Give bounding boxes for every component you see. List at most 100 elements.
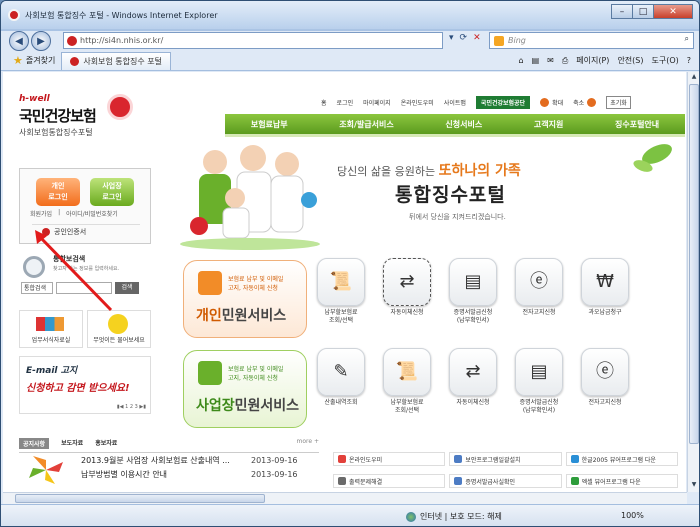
email-banner[interactable]: E-mail 고지 신청하고 감면 받으세요! ▮◀ 1 2 3 ▶▮ — [19, 356, 151, 414]
home-icon[interactable]: ⌂ — [519, 56, 524, 65]
tab-press[interactable]: 보도자료 — [61, 438, 83, 449]
zoom-out-button[interactable]: 축소 — [573, 98, 597, 107]
biz-service-panel[interactable]: 보험료 납부 및 이메일 고지, 자동이체 신청 사업장민원서비스 — [183, 350, 307, 428]
related-link[interactable]: 온라인도우미 — [333, 452, 446, 466]
minimize-button[interactable]: – — [611, 4, 633, 19]
service-label: 자동이체신청 — [456, 399, 490, 406]
e-notice-icon: ⓔ — [581, 348, 629, 396]
service-transfer[interactable]: ⇄ 자동이체신청 — [443, 348, 503, 407]
news-date: 2013-09-16 — [251, 469, 298, 479]
security-zone[interactable]: 인터넷 | 보호 모드: 해제 — [406, 511, 502, 522]
browser-tab[interactable]: 사회보험 통합징수 포털 — [61, 51, 172, 70]
tagline-b: 또하나의 가족 — [438, 163, 521, 179]
cmd-safety[interactable]: 안전(S) — [617, 55, 643, 66]
util-nhis-link[interactable]: 국민건강보험공단 — [475, 96, 531, 109]
banner-line2: 신청하고 감면 받으세요! — [26, 383, 130, 394]
horizontal-scrollbar[interactable] — [3, 492, 687, 504]
personal-login-button[interactable]: 개인 로그인 — [36, 178, 80, 206]
join-link[interactable]: 회원가입 — [30, 209, 52, 218]
news-more-link[interactable]: more + — [297, 438, 319, 445]
close-button[interactable]: ✕ — [653, 4, 693, 19]
service-document[interactable]: 📜 납부할보험료 조회/선택 — [311, 258, 371, 325]
search-desc: 찾고자 하는 정보를 입력하세요. — [53, 266, 120, 272]
service-pencil[interactable]: ✎ 산출내역조회 — [311, 348, 371, 407]
address-bar[interactable]: http://si4n.nhis.or.kr/ — [63, 32, 443, 49]
family-illustration — [180, 145, 320, 250]
related-link[interactable]: 출력문제해결 — [333, 474, 446, 488]
util-sitemap[interactable]: 사이트맵 — [444, 98, 466, 107]
search-icon[interactable]: ⌕ — [685, 34, 689, 44]
util-home[interactable]: 홈 — [321, 98, 327, 107]
related-link[interactable]: 한글2005 뷰어프로그램 다운 — [565, 452, 678, 466]
reset-button[interactable]: 초기화 — [606, 96, 631, 109]
dropdown-icon[interactable]: ▾ — [449, 33, 454, 43]
search-box[interactable]: Bing ⌕ — [489, 32, 694, 49]
personal-desc1: 보험료 납부 및 이메일 — [228, 276, 284, 283]
service-certificate[interactable]: ▤ 증명서발급신청 (납부확인서) — [509, 348, 569, 415]
related-link[interactable]: 엑셀 뷰어프로그램 다운 — [565, 474, 678, 488]
news-item[interactable]: 2013.9월분 사업장 사회보험료 산출내역 ... 2013-09-16 — [19, 453, 319, 467]
tab-notice[interactable]: 공지사항 — [19, 438, 50, 449]
news-item[interactable]: 납부방법별 이용시간 안내 2013-09-16 — [19, 467, 319, 481]
stop-icon[interactable]: ✕ — [473, 33, 481, 43]
news-date: 2013-09-16 — [251, 455, 298, 465]
cmd-page[interactable]: 페이지(P) — [576, 55, 609, 66]
maximize-button[interactable]: □ — [632, 4, 654, 19]
service-refund[interactable]: ₩ 과오납금청구 — [575, 258, 635, 317]
service-e-notice[interactable]: ⓔ 전자고지신청 — [575, 348, 635, 407]
certificate-icon: ▤ — [515, 348, 563, 396]
books-icon — [36, 317, 64, 331]
site-logo[interactable]: h-well 국민건강보험 사회보험통합징수포털 — [19, 94, 133, 138]
horizontal-scroll-thumb[interactable] — [15, 494, 265, 503]
nav-guide[interactable]: 징수포털안내 — [615, 119, 659, 130]
personal-service-panel[interactable]: 보험료 납부 및 이메일 고지, 자동이체 신청 개인민원서비스 — [183, 260, 307, 338]
zoom-out-label: 축소 — [573, 100, 585, 107]
scroll-down-icon[interactable]: ▼ — [689, 481, 699, 491]
service-transfer[interactable]: ⇄ 자동이체신청 — [377, 258, 437, 317]
zone-label: 인터넷 | 보호 모드: 해제 — [420, 512, 502, 521]
related-link[interactable]: 보안프로그램일괄설치 — [449, 452, 562, 466]
feeds-icon[interactable]: ▤ — [532, 56, 540, 65]
nav-inquiry[interactable]: 조회/발급서비스 — [339, 119, 393, 130]
nav-payment[interactable]: 보험료납부 — [251, 119, 288, 130]
service-e-notice[interactable]: ⓔ 전자고지신청 — [509, 258, 569, 317]
quick-qna[interactable]: 무엇이든 물어보세요 — [87, 310, 151, 348]
mail-icon[interactable]: ✉ — [547, 56, 554, 65]
refresh-icon[interactable]: ⟳ — [460, 33, 468, 43]
scroll-up-icon[interactable]: ▲ — [689, 73, 699, 83]
find-id-link[interactable]: 아이디/비밀번호찾기 — [66, 209, 118, 218]
cert-button[interactable]: 공인인증서 — [32, 224, 140, 238]
help-icon[interactable]: ? — [687, 56, 691, 65]
util-onlinehelp[interactable]: 온라인도우미 — [401, 98, 434, 107]
tagline-a: 당신의 삶을 응원하는 — [337, 165, 436, 178]
util-login[interactable]: 로그인 — [337, 98, 354, 107]
service-sublabel: 조회/선택 — [394, 407, 420, 414]
biz-login-button[interactable]: 사업장 로그인 — [90, 178, 134, 206]
vertical-scrollbar[interactable]: ▲ ▼ — [687, 72, 699, 492]
tab-promo[interactable]: 홍보자료 — [95, 438, 117, 449]
print-icon[interactable]: ⎙ — [562, 56, 568, 66]
nav-apply[interactable]: 신청서비스 — [445, 119, 482, 130]
forward-button[interactable]: ▶ — [31, 31, 51, 51]
pencil-icon: ✎ — [317, 348, 365, 396]
banner-pager[interactable]: ▮◀ 1 2 3 ▶▮ — [117, 404, 146, 410]
util-mypage[interactable]: 마이페이지 — [363, 98, 391, 107]
link-icon — [570, 477, 579, 485]
related-link[interactable]: 증명서발급사실확인 — [449, 474, 562, 488]
cert-label: 공인인증서 — [54, 227, 87, 236]
quick-forms[interactable]: 업무서식자료실 — [19, 310, 83, 348]
service-sublabel: (납부확인서) — [456, 317, 490, 324]
service-document[interactable]: 📜 납부할보험료 조회/선택 — [377, 348, 437, 415]
zoom-level[interactable]: 100% — [621, 511, 644, 520]
nav-support[interactable]: 고객지원 — [534, 119, 563, 130]
search-scope-select[interactable]: 통합검색 — [21, 282, 53, 294]
service-certificate[interactable]: ▤ 증명서발급신청 (납부확인서) — [443, 258, 503, 325]
site-search-input[interactable] — [56, 282, 112, 294]
vertical-scroll-thumb[interactable] — [689, 84, 699, 444]
favorites-button[interactable]: ★ 즐겨찾기 — [13, 54, 55, 67]
back-button[interactable]: ◀ — [9, 31, 29, 51]
site-search-button[interactable]: 검색 — [115, 282, 139, 294]
cmd-tools[interactable]: 도구(O) — [651, 55, 678, 66]
zoom-in-button[interactable]: 확대 — [540, 98, 563, 107]
service-label: 납부할보험료 — [390, 399, 424, 406]
